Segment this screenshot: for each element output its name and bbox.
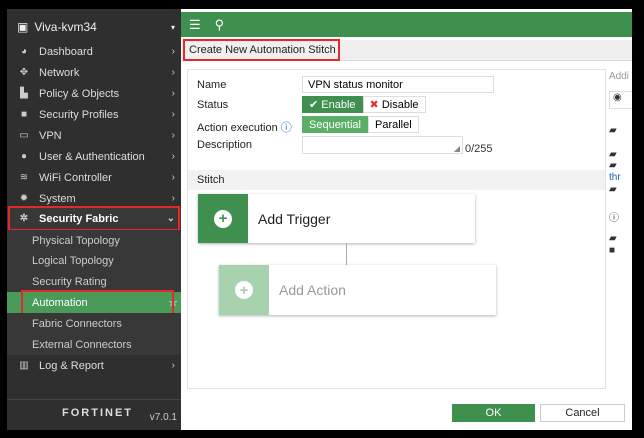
right-panel: Addi ◉ ▰ ▰ ▰ thr ▰ ⓘ ▰ ■ [609,69,632,399]
form-panel: Name VPN status monitor Status ✔ Enable … [187,69,606,389]
gear-icon: ✹ [19,193,29,204]
action-icon-box: + [219,265,269,315]
dashboard-icon: ◕ [20,46,28,57]
sidebar-item-external-connectors[interactable]: External Connectors [7,334,181,355]
chevron-right-icon: › [171,109,175,120]
chevron-right-icon: › [171,193,175,204]
chart-icon: ▥ [19,360,29,371]
sidebar-item-log-report[interactable]: ▥ Log & Report › [7,355,181,376]
dropdown-icon: ▾ [170,22,175,32]
sidebar: ▣ Viva-kvm34 ▾ ◕ Dashboard › ✥ Network › ▙ Poli… [7,9,181,430]
connector-line [346,243,347,265]
book-icon: ▰ [609,149,617,160]
version-label: v7.0.1 [149,412,177,423]
book-icon: ▰ [609,233,617,244]
search-icon[interactable]: ⚲ [215,17,225,33]
name-label: Name [197,79,227,91]
sidebar-item-dashboard[interactable]: ◕ Dashboard › [7,41,181,62]
user-icon: ● [20,151,28,162]
wifi-icon: ≋ [19,172,29,183]
enable-button[interactable]: ✔ Enable [302,96,363,113]
chevron-right-icon: › [171,151,175,162]
highlight-box [183,39,340,61]
stitch-header: Stitch [188,170,605,190]
description-textarea[interactable]: ◢ [302,136,463,154]
action-execution-toggle: Sequential Parallel [302,116,419,133]
sidebar-item-logical-topology[interactable]: Logical Topology [7,250,181,271]
fortinet-logo: FORTINET [62,407,133,419]
add-trigger-node[interactable]: + Add Trigger [198,194,475,243]
disable-button[interactable]: ✖ Disable [362,96,426,113]
chevron-right-icon: › [171,46,175,57]
top-bar: ☰ ⚲ [181,12,632,37]
sidebar-item-network[interactable]: ✥ Network › [7,62,181,83]
sidebar-item-wifi[interactable]: ≋ WiFi Controller › [7,167,181,188]
book-icon: ▰ [609,160,617,171]
plus-icon: + [235,281,253,299]
add-action-node[interactable]: + Add Action [219,265,496,315]
chevron-right-icon: › [171,67,175,78]
add-action-label: Add Action [279,282,346,298]
info-icon[interactable]: ⓘ [281,122,292,134]
sidebar-item-fabric-connectors[interactable]: Fabric Connectors [7,313,181,334]
add-trigger-label: Add Trigger [258,210,331,227]
lock-icon: ■ [20,109,28,120]
eye-icon: ◉ [613,92,622,103]
divider [7,399,181,400]
device-icon: ▣ [17,20,29,34]
chevron-right-icon: › [171,88,175,99]
description-count: 0/255 [465,143,493,155]
action-execution-label: Action execution ⓘ [197,122,292,134]
status-label: Status [197,99,229,111]
sidebar-item-user[interactable]: ● User & Authentication › [7,146,181,167]
parallel-button[interactable]: Parallel [368,116,419,133]
status-toggle: ✔ Enable ✖ Disable [302,96,426,113]
chevron-right-icon: › [171,172,175,183]
laptop-icon: ▭ [19,130,29,141]
sidebar-item-vpn[interactable]: ▭ VPN › [7,125,181,146]
description-label: Description [197,139,253,151]
plus-icon: + [214,209,232,228]
name-input[interactable]: VPN status monitor [302,76,494,93]
book-icon: ▰ [609,125,617,136]
menu-icon[interactable]: ☰ [189,17,201,33]
resize-handle-icon[interactable]: ◢ [454,144,460,153]
right-panel-title: Addi [609,71,630,82]
view-button[interactable]: ◉ [609,91,632,109]
sidebar-item-physical-topology[interactable]: Physical Topology [7,230,181,251]
device-selector[interactable]: ▣ Viva-kvm34 ▾ [7,15,181,39]
window: ▣ Viva-kvm34 ▾ ◕ Dashboard › ✥ Network › ▙ Poli… [7,9,632,430]
sequential-button[interactable]: Sequential [302,116,368,133]
doc-link[interactable]: thr [609,172,621,183]
network-icon: ✥ [19,67,29,78]
highlight-box [8,206,180,231]
chevron-right-icon: › [171,360,175,371]
help-icon: ⓘ [609,213,619,224]
book-icon: ▰ [609,184,617,195]
trigger-icon-box: + [198,194,248,243]
sidebar-item-security-rating[interactable]: Security Rating [7,271,181,292]
chevron-right-icon: › [171,130,175,141]
sidebar-item-policy[interactable]: ▙ Policy & Objects › [7,83,181,104]
cancel-button[interactable]: Cancel [540,404,625,422]
policy-icon: ▙ [20,88,28,99]
ok-button[interactable]: OK [452,404,535,422]
sidebar-item-security-profiles[interactable]: ■ Security Profiles › [7,104,181,125]
video-icon: ■ [609,245,616,256]
